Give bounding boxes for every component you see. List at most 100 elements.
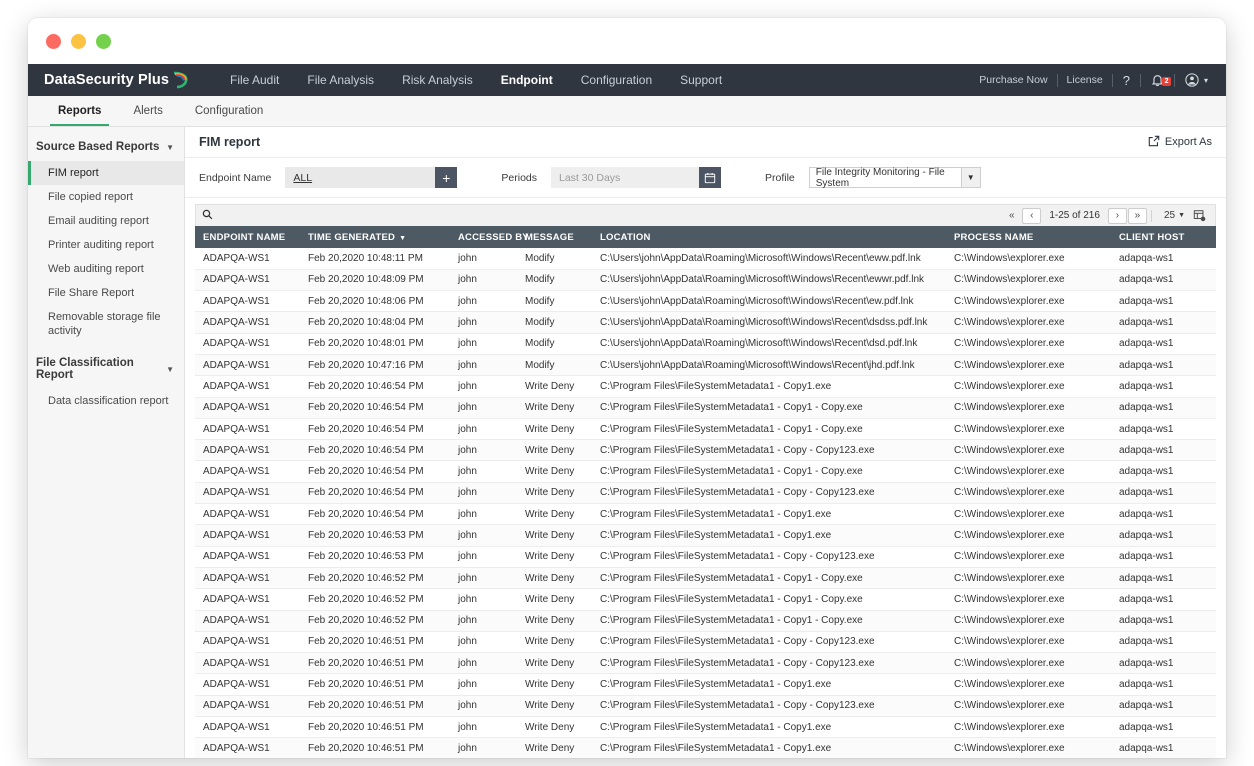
table-row[interactable]: ADAPQA-WS1Feb 20,2020 10:48:04 PMjohnMod…: [195, 312, 1216, 333]
main-body: Source Based Reports ▼ FIM report File c…: [28, 127, 1226, 758]
primary-nav-items: File Audit File Analysis Risk Analysis E…: [216, 64, 736, 96]
table-row[interactable]: ADAPQA-WS1Feb 20,2020 10:46:53 PMjohnWri…: [195, 525, 1216, 546]
table-row[interactable]: ADAPQA-WS1Feb 20,2020 10:46:52 PMjohnWri…: [195, 610, 1216, 631]
table-header: ENDPOINT NAME TIME GENERATED▼ ACCESSED B…: [195, 226, 1216, 248]
cell-location: C:\Program Files\FileSystemMetadata1 - C…: [592, 440, 946, 461]
close-window-icon[interactable]: [46, 34, 61, 49]
table-row[interactable]: ADAPQA-WS1Feb 20,2020 10:46:54 PMjohnWri…: [195, 482, 1216, 503]
sidebar-item-removable-storage-file-activity[interactable]: Removable storage file activity: [28, 305, 184, 343]
sidebar-item-data-classification-report[interactable]: Data classification report: [28, 389, 184, 413]
last-page-button[interactable]: »: [1128, 208, 1147, 224]
cell-process-name: C:\Windows\explorer.exe: [946, 717, 1111, 738]
export-as-button[interactable]: Export As: [1148, 135, 1212, 150]
cell-location: C:\Users\john\AppData\Roaming\Microsoft\…: [592, 333, 946, 354]
first-page-button[interactable]: «: [1002, 208, 1021, 224]
column-header-client-host[interactable]: CLIENT HOST: [1111, 226, 1216, 248]
periods-input[interactable]: Last 30 Days: [551, 167, 699, 188]
table-row[interactable]: ADAPQA-WS1Feb 20,2020 10:46:54 PMjohnWri…: [195, 397, 1216, 418]
table-row[interactable]: ADAPQA-WS1Feb 20,2020 10:48:01 PMjohnMod…: [195, 333, 1216, 354]
table-row[interactable]: ADAPQA-WS1Feb 20,2020 10:46:51 PMjohnWri…: [195, 674, 1216, 695]
chevron-down-icon: ▼: [166, 365, 174, 374]
column-header-accessed-by[interactable]: ACCESSED BY: [450, 226, 517, 248]
add-endpoint-button[interactable]: +: [435, 167, 457, 188]
table-row[interactable]: ADAPQA-WS1Feb 20,2020 10:47:16 PMjohnMod…: [195, 354, 1216, 375]
cell-client-host: adapqa-ws1: [1111, 397, 1216, 418]
fim-report-table: ENDPOINT NAME TIME GENERATED▼ ACCESSED B…: [195, 226, 1216, 758]
cell-time-generated: Feb 20,2020 10:47:16 PM: [300, 354, 450, 375]
minimize-window-icon[interactable]: [71, 34, 86, 49]
table-row[interactable]: ADAPQA-WS1Feb 20,2020 10:46:51 PMjohnWri…: [195, 717, 1216, 738]
table-row[interactable]: ADAPQA-WS1Feb 20,2020 10:46:52 PMjohnWri…: [195, 567, 1216, 588]
purchase-now-link[interactable]: Purchase Now: [970, 74, 1056, 86]
column-header-location[interactable]: LOCATION: [592, 226, 946, 248]
table-row[interactable]: ADAPQA-WS1Feb 20,2020 10:46:54 PMjohnWri…: [195, 418, 1216, 439]
maximize-window-icon[interactable]: [96, 34, 111, 49]
column-header-message[interactable]: MESSAGE: [517, 226, 592, 248]
sidebar-item-web-auditing-report[interactable]: Web auditing report: [28, 257, 184, 281]
nav-item-support[interactable]: Support: [666, 64, 736, 96]
nav-item-endpoint[interactable]: Endpoint: [487, 64, 567, 96]
table-row[interactable]: ADAPQA-WS1Feb 20,2020 10:46:53 PMjohnWri…: [195, 546, 1216, 567]
sidebar-group-source-based-reports[interactable]: Source Based Reports ▼: [28, 133, 184, 161]
cell-message: Write Deny: [517, 738, 592, 758]
tab-reports[interactable]: Reports: [42, 96, 117, 126]
column-settings-icon[interactable]: [1190, 208, 1209, 224]
cell-time-generated: Feb 20,2020 10:46:52 PM: [300, 589, 450, 610]
table-row[interactable]: ADAPQA-WS1Feb 20,2020 10:46:51 PMjohnWri…: [195, 738, 1216, 758]
page-size-selector[interactable]: 25 ▼: [1156, 210, 1189, 221]
notifications-bell-icon[interactable]: 2: [1141, 73, 1174, 87]
tab-alerts[interactable]: Alerts: [117, 96, 178, 126]
nav-item-risk-analysis[interactable]: Risk Analysis: [388, 64, 487, 96]
table-row[interactable]: ADAPQA-WS1Feb 20,2020 10:46:54 PMjohnWri…: [195, 504, 1216, 525]
table-row[interactable]: ADAPQA-WS1Feb 20,2020 10:46:51 PMjohnWri…: [195, 695, 1216, 716]
chevron-down-icon[interactable]: ▼: [961, 167, 981, 188]
user-account-icon[interactable]: ▾: [1175, 73, 1218, 87]
tab-configuration[interactable]: Configuration: [179, 96, 279, 126]
cell-endpoint-name: ADAPQA-WS1: [195, 674, 300, 695]
cell-endpoint-name: ADAPQA-WS1: [195, 546, 300, 567]
table-row[interactable]: ADAPQA-WS1Feb 20,2020 10:48:06 PMjohnMod…: [195, 291, 1216, 312]
endpoint-name-input[interactable]: ALL: [285, 167, 435, 188]
table-row[interactable]: ADAPQA-WS1Feb 20,2020 10:46:54 PMjohnWri…: [195, 461, 1216, 482]
table-row[interactable]: ADAPQA-WS1Feb 20,2020 10:46:51 PMjohnWri…: [195, 653, 1216, 674]
cell-endpoint-name: ADAPQA-WS1: [195, 717, 300, 738]
sidebar-item-printer-auditing-report[interactable]: Printer auditing report: [28, 233, 184, 257]
search-icon[interactable]: [202, 207, 213, 225]
profile-select-value[interactable]: File Integrity Monitoring - File System: [809, 167, 961, 188]
nav-item-configuration[interactable]: Configuration: [567, 64, 666, 96]
column-header-endpoint-name[interactable]: ENDPOINT NAME: [195, 226, 300, 248]
cell-accessed-by: john: [450, 589, 517, 610]
cell-location: C:\Program Files\FileSystemMetadata1 - C…: [592, 631, 946, 652]
sidebar-item-file-copied-report[interactable]: File copied report: [28, 185, 184, 209]
table-row[interactable]: ADAPQA-WS1Feb 20,2020 10:48:11 PMjohnMod…: [195, 248, 1216, 269]
table-row[interactable]: ADAPQA-WS1Feb 20,2020 10:48:09 PMjohnMod…: [195, 269, 1216, 290]
sidebar-group-file-classification-report[interactable]: File Classification Report ▼: [28, 349, 184, 389]
table-row[interactable]: ADAPQA-WS1Feb 20,2020 10:46:54 PMjohnWri…: [195, 440, 1216, 461]
app-logo[interactable]: DataSecurity Plus: [28, 71, 188, 89]
cell-message: Write Deny: [517, 631, 592, 652]
nav-item-file-analysis[interactable]: File Analysis: [293, 64, 388, 96]
cell-message: Write Deny: [517, 440, 592, 461]
cell-process-name: C:\Windows\explorer.exe: [946, 397, 1111, 418]
sidebar-item-email-auditing-report[interactable]: Email auditing report: [28, 209, 184, 233]
sidebar-group-label: File Classification Report: [36, 357, 166, 381]
cell-time-generated: Feb 20,2020 10:46:51 PM: [300, 631, 450, 652]
calendar-icon[interactable]: [699, 167, 721, 188]
license-link[interactable]: License: [1058, 74, 1112, 86]
screenshot-root: DataSecurity Plus File Audit File Analys…: [0, 0, 1254, 766]
nav-item-file-audit[interactable]: File Audit: [216, 64, 293, 96]
table-row[interactable]: ADAPQA-WS1Feb 20,2020 10:46:51 PMjohnWri…: [195, 631, 1216, 652]
column-header-time-generated[interactable]: TIME GENERATED▼: [300, 226, 450, 248]
cell-location: C:\Program Files\FileSystemMetadata1 - C…: [592, 610, 946, 631]
help-icon[interactable]: ?: [1113, 73, 1140, 88]
next-page-button[interactable]: ›: [1108, 208, 1127, 224]
sidebar-item-fim-report[interactable]: FIM report: [28, 161, 184, 185]
sidebar-item-file-share-report[interactable]: File Share Report: [28, 281, 184, 305]
table-row[interactable]: ADAPQA-WS1Feb 20,2020 10:46:54 PMjohnWri…: [195, 376, 1216, 397]
column-label: TIME GENERATED: [308, 232, 395, 243]
column-header-process-name[interactable]: PROCESS NAME: [946, 226, 1111, 248]
table-row[interactable]: ADAPQA-WS1Feb 20,2020 10:46:52 PMjohnWri…: [195, 589, 1216, 610]
cell-time-generated: Feb 20,2020 10:46:54 PM: [300, 418, 450, 439]
cell-client-host: adapqa-ws1: [1111, 631, 1216, 652]
previous-page-button[interactable]: ‹: [1022, 208, 1041, 224]
